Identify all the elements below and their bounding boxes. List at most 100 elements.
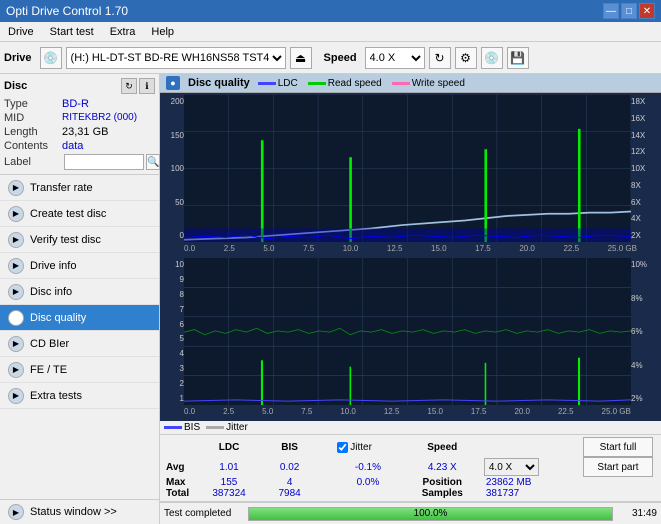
main-layout: Disc ↻ ℹ Type BD-R MID RITEKBR2 (000) Le… xyxy=(0,74,661,524)
disc-info-icon: ▶ xyxy=(8,284,24,300)
label-set-button[interactable]: 🔍 xyxy=(146,154,160,170)
jitter-label: Jitter xyxy=(350,442,372,453)
stats-bar: LDC BIS Jitter Speed Start full xyxy=(160,435,661,502)
start-part-button[interactable]: Start part xyxy=(583,457,653,477)
chart2-svg xyxy=(184,258,631,405)
chart1-svg xyxy=(184,95,631,242)
samples-label: Samples xyxy=(401,488,484,499)
disc-header: Disc xyxy=(4,80,27,92)
jitter-checkbox[interactable] xyxy=(337,442,348,453)
sidebar-item-drive-info[interactable]: ▶ Drive info xyxy=(0,253,159,279)
avg-ldc: 1.01 xyxy=(194,457,264,477)
sidebar-item-transfer-rate[interactable]: ▶ Transfer rate xyxy=(0,175,159,201)
menubar: Drive Start test Extra Help xyxy=(0,22,661,42)
close-button[interactable]: ✕ xyxy=(639,3,655,19)
fe-te-icon: ▶ xyxy=(8,362,24,378)
drive-icon-button[interactable]: 💿 xyxy=(40,47,62,69)
sidebar-label-transfer-rate: Transfer rate xyxy=(30,182,93,194)
menu-start-test[interactable]: Start test xyxy=(46,25,98,39)
progress-time: 31:49 xyxy=(617,508,657,519)
disc-button[interactable]: 💿 xyxy=(481,47,503,69)
disc-quality-icon: ▶ xyxy=(8,310,24,326)
disc-info-icon[interactable]: ℹ xyxy=(139,78,155,94)
max-label: Max xyxy=(164,477,194,488)
sidebar-item-create-test-disc[interactable]: ▶ Create test disc xyxy=(0,201,159,227)
type-label: Type xyxy=(4,98,62,110)
create-test-disc-icon: ▶ xyxy=(8,206,24,222)
sidebar-bottom: ▶ Status window >> xyxy=(0,499,159,524)
start-full-cell: Start full xyxy=(577,437,657,457)
sidebar-item-verify-test-disc[interactable]: ▶ Verify test disc xyxy=(0,227,159,253)
mid-label: MID xyxy=(4,112,62,124)
status-window-icon: ▶ xyxy=(8,504,24,520)
titlebar: Opti Drive Control 1.70 — □ ✕ xyxy=(0,0,661,22)
save-button[interactable]: 💾 xyxy=(507,47,529,69)
chart2-y-right: 10%8%6%4%2% xyxy=(631,258,659,405)
chart1-y-left: 200150100500 xyxy=(162,95,184,242)
menu-extra[interactable]: Extra xyxy=(106,25,140,39)
chart1-x-axis: 0.02.55.07.510.012.515.017.520.022.525.0… xyxy=(162,244,659,256)
bis-legend-label: BIS xyxy=(184,422,200,433)
start-full-button[interactable]: Start full xyxy=(583,437,653,457)
progress-area: Test completed 100.0% 31:49 xyxy=(160,502,661,524)
sidebar-item-cd-bier[interactable]: ▶ CD BIer xyxy=(0,331,159,357)
sidebar-label-cd-bier: CD BIer xyxy=(30,338,69,350)
total-bis: 7984 xyxy=(264,488,315,499)
label-label: Label xyxy=(4,156,62,168)
eject-button[interactable]: ⏏ xyxy=(290,47,312,69)
sidebar-label-fe-te: FE / TE xyxy=(30,364,67,376)
label-input[interactable] xyxy=(64,154,144,170)
length-label: Length xyxy=(4,126,62,138)
avg-label: Avg xyxy=(164,457,194,477)
sidebar-item-disc-quality[interactable]: ▶ Disc quality xyxy=(0,305,159,331)
extra-tests-icon: ▶ xyxy=(8,388,24,404)
legend-ldc: LDC xyxy=(278,78,298,89)
drive-select[interactable]: (H:) HL-DT-ST BD-RE WH16NS58 TST4 xyxy=(66,47,286,69)
sidebar-label-create-test-disc: Create test disc xyxy=(30,208,106,220)
speed-select-stats[interactable]: 4.0 X xyxy=(484,458,539,476)
maximize-button[interactable]: □ xyxy=(621,3,637,19)
status-window-item[interactable]: ▶ Status window >> xyxy=(0,500,159,524)
avg-jitter: -0.1% xyxy=(335,457,400,477)
minimize-button[interactable]: — xyxy=(603,3,619,19)
sidebar: Disc ↻ ℹ Type BD-R MID RITEKBR2 (000) Le… xyxy=(0,74,160,524)
charts-area: 200150100500 xyxy=(160,93,661,421)
status-window-label: Status window >> xyxy=(30,506,117,518)
refresh-button[interactable]: ↻ xyxy=(429,47,451,69)
menu-help[interactable]: Help xyxy=(147,25,178,39)
max-ldc: 155 xyxy=(194,477,264,488)
avg-bis: 0.02 xyxy=(264,457,315,477)
sidebar-label-disc-info: Disc info xyxy=(30,286,72,298)
dq-title: Disc quality xyxy=(188,77,250,89)
dq-icon: ● xyxy=(166,76,180,90)
sidebar-item-disc-info[interactable]: ▶ Disc info xyxy=(0,279,159,305)
verify-test-disc-icon: ▶ xyxy=(8,232,24,248)
disc-refresh-icon[interactable]: ↻ xyxy=(121,78,137,94)
sidebar-label-disc-quality: Disc quality xyxy=(30,312,86,324)
max-bis: 4 xyxy=(264,477,315,488)
legend-write-speed: Write speed xyxy=(412,78,465,89)
sidebar-item-fe-te[interactable]: ▶ FE / TE xyxy=(0,357,159,383)
disc-panel: Disc ↻ ℹ Type BD-R MID RITEKBR2 (000) Le… xyxy=(0,74,159,175)
position-label: Position xyxy=(401,477,484,488)
cd-bier-icon: ▶ xyxy=(8,336,24,352)
chart2-legend: BIS Jitter xyxy=(160,421,661,435)
sidebar-label-extra-tests: Extra tests xyxy=(30,390,82,402)
speed-select[interactable]: 4.0 X xyxy=(365,47,425,69)
sidebar-item-extra-tests[interactable]: ▶ Extra tests xyxy=(0,383,159,409)
drive-info-icon: ▶ xyxy=(8,258,24,274)
menu-drive[interactable]: Drive xyxy=(4,25,38,39)
drive-label: Drive xyxy=(4,52,32,64)
sidebar-label-drive-info: Drive info xyxy=(30,260,76,272)
chart2-x-axis: 0.02.55.07.510.012.515.017.520.022.525.0… xyxy=(162,407,659,419)
sidebar-label-verify-test-disc: Verify test disc xyxy=(30,234,101,246)
mid-value: RITEKBR2 (000) xyxy=(62,112,137,124)
sidebar-menu: ▶ Transfer rate ▶ Create test disc ▶ Ver… xyxy=(0,175,159,499)
total-ldc: 387324 xyxy=(194,488,264,499)
max-jitter: 0.0% xyxy=(335,477,400,488)
position-value: 23862 MB xyxy=(484,477,577,488)
window-controls: — □ ✕ xyxy=(603,3,655,19)
header-bis: BIS xyxy=(264,437,315,457)
status-text: Test completed xyxy=(164,508,244,519)
settings-button[interactable]: ⚙ xyxy=(455,47,477,69)
